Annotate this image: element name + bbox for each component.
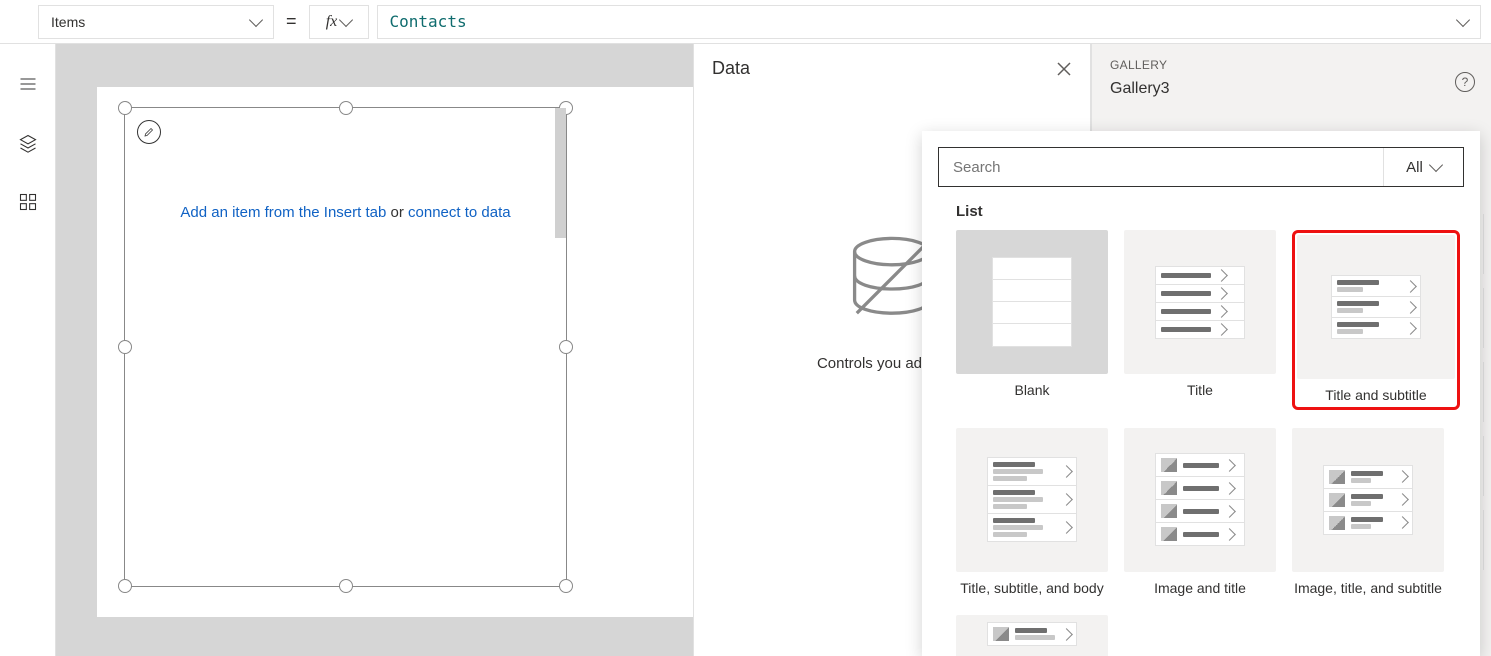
resize-handle[interactable]: [339, 101, 353, 115]
gallery-control[interactable]: Add an item from the Insert tab or conne…: [124, 107, 567, 587]
search-input[interactable]: [939, 148, 1383, 186]
layout-card-extra[interactable]: [956, 615, 1108, 656]
chevron-down-icon: [1429, 158, 1443, 172]
layers-icon[interactable]: [18, 133, 38, 158]
card-label: Blank: [1014, 382, 1049, 400]
formula-bar: Items = fx Contacts: [0, 0, 1491, 44]
help-icon[interactable]: ?: [1455, 72, 1475, 92]
layout-card-image-title-subtitle[interactable]: Image, title, and subtitle: [1292, 428, 1444, 598]
resize-handle[interactable]: [559, 579, 573, 593]
layout-card-blank[interactable]: Blank: [956, 230, 1108, 410]
filter-label: All: [1406, 159, 1423, 176]
chevron-down-icon: [249, 12, 263, 26]
left-rail: [0, 44, 56, 656]
card-label: Title, subtitle, and body: [960, 580, 1103, 598]
data-panel-title: Data: [712, 58, 750, 79]
fx-label: fx: [326, 13, 338, 31]
grid-icon[interactable]: [18, 192, 38, 217]
resize-handle[interactable]: [339, 579, 353, 593]
resize-handle[interactable]: [118, 101, 132, 115]
card-label: Image and title: [1154, 580, 1246, 598]
resize-handle[interactable]: [118, 579, 132, 593]
gallery-placeholder: Add an item from the Insert tab or conne…: [125, 204, 566, 221]
resize-handle[interactable]: [118, 340, 132, 354]
layout-card-image-title[interactable]: Image and title: [1124, 428, 1276, 598]
layout-card-title-subtitle-body[interactable]: Title, subtitle, and body: [956, 428, 1108, 598]
property-name: Items: [51, 14, 85, 30]
chevron-down-icon: [1456, 12, 1470, 26]
resize-handle[interactable]: [559, 340, 573, 354]
formula-text: Contacts: [390, 12, 467, 31]
equals-sign: =: [282, 11, 301, 32]
connect-data-link[interactable]: connect to data: [408, 204, 511, 221]
hamburger-icon[interactable]: [18, 74, 38, 99]
layout-card-title-subtitle[interactable]: Title and subtitle: [1292, 230, 1460, 410]
card-label: Title: [1187, 382, 1213, 400]
property-dropdown[interactable]: Items: [38, 5, 274, 39]
filter-dropdown[interactable]: All: [1383, 148, 1463, 186]
or-text: or: [386, 204, 408, 221]
layout-card-title[interactable]: Title: [1124, 230, 1276, 410]
layout-popup: All List Blank: [922, 131, 1480, 656]
insert-link[interactable]: Add an item from the Insert tab: [180, 204, 386, 221]
card-label: Title and subtitle: [1325, 387, 1426, 405]
section-title: List: [956, 203, 1460, 220]
formula-input[interactable]: Contacts: [377, 5, 1481, 39]
close-icon[interactable]: [1056, 61, 1072, 77]
control-type-label: GALLERY: [1110, 58, 1473, 72]
control-name: Gallery3: [1110, 80, 1473, 98]
chevron-down-icon: [339, 12, 353, 26]
layout-search-bar: All: [938, 147, 1464, 187]
fx-button[interactable]: fx: [309, 5, 369, 39]
card-label: Image, title, and subtitle: [1294, 580, 1442, 598]
screen-frame: Add an item from the Insert tab or conne…: [97, 87, 694, 617]
edit-icon[interactable]: [137, 120, 161, 144]
